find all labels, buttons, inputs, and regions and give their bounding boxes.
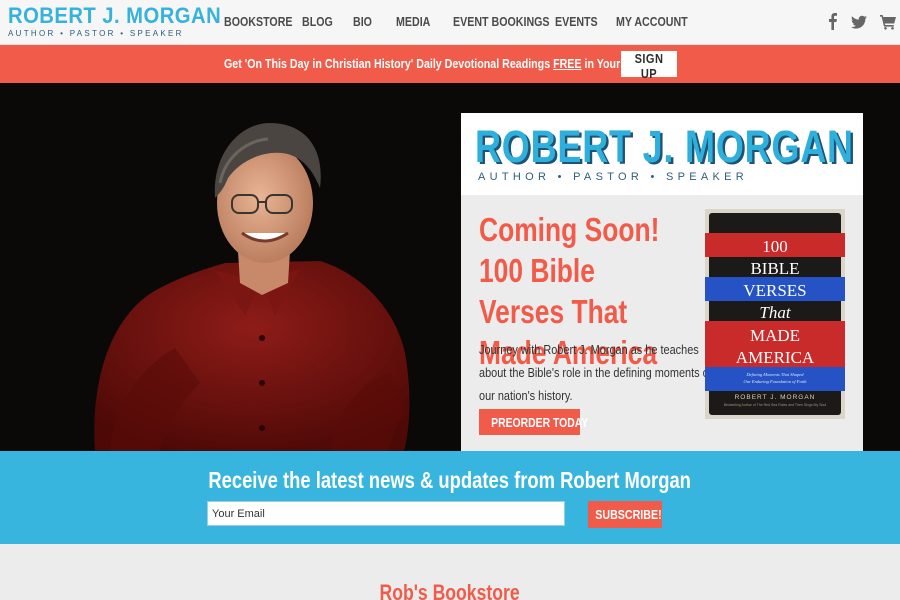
- book-title-line-5: MADE: [749, 326, 801, 345]
- book-cover-art: 100 BIBLE VERSES That MADE AMERICA Defin…: [705, 213, 845, 415]
- logo-tagline: AUTHOR • PASTOR • SPEAKER: [8, 29, 184, 38]
- book-title-line-6: AMERICA: [735, 348, 815, 367]
- hero-section: ROBERT J. MORGAN AUTHOR • PASTOR • SPEAK…: [0, 83, 900, 451]
- bookstore-title: Rob's Bookstore: [0, 580, 900, 600]
- nav-bookstore[interactable]: BOOKSTORE: [224, 14, 293, 29]
- card-author-tagline: AUTHOR • PASTOR • SPEAKER: [478, 171, 749, 183]
- book-title-line-4: That: [759, 303, 791, 322]
- nav-media[interactable]: MEDIA: [396, 14, 430, 29]
- newsletter-section: Receive the latest news & updates from R…: [0, 451, 900, 544]
- bookstore-title-text: Rob's Bookstore: [379, 580, 521, 600]
- sign-up-button-label: SIGN UP: [634, 51, 664, 81]
- nav-blog[interactable]: BLOG: [302, 14, 333, 29]
- cart-icon[interactable]: [880, 12, 896, 32]
- nav-bio[interactable]: BIO: [353, 14, 372, 29]
- card-brand: ROBERT J. MORGAN AUTHOR • PASTOR • SPEAK…: [461, 113, 863, 195]
- author-portrait: [94, 123, 410, 451]
- nav-event-bookings[interactable]: EVENT BOOKINGS: [453, 14, 550, 29]
- facebook-icon[interactable]: [828, 12, 837, 32]
- book-promo-card: ROBERT J. MORGAN AUTHOR • PASTOR • SPEAK…: [461, 113, 863, 451]
- site-logo[interactable]: ROBERT J. MORGAN AUTHOR • PASTOR • SPEAK…: [8, 3, 240, 39]
- book-title-line-1: 100: [762, 237, 788, 256]
- book-subtitle-2: Our Enduring Foundation of Faith: [743, 379, 807, 384]
- promo-free-link[interactable]: FREE: [553, 56, 581, 71]
- book-title-line-3: VERSES: [743, 281, 807, 300]
- book-title-line-2: BIBLE: [750, 259, 800, 278]
- book-subtitle-1: Defining Moments That Shaped: [746, 372, 804, 377]
- card-author-name: ROBERT J. MORGAN: [475, 121, 854, 172]
- subscribe-button[interactable]: SUBSCRIBE!: [588, 501, 662, 528]
- book-author: ROBERT J. MORGAN: [734, 394, 816, 401]
- preorder-button-label: PREORDER TODAY: [491, 414, 589, 430]
- subscribe-button-label: SUBSCRIBE!: [595, 507, 662, 522]
- newsletter-title-text: Receive the latest news & updates from R…: [208, 467, 692, 493]
- book-author-credit: Bestselling Author of The Red Sea Rules …: [723, 403, 827, 407]
- twitter-icon[interactable]: [851, 12, 867, 32]
- newsletter-title: Receive the latest news & updates from R…: [0, 467, 900, 493]
- sign-up-button[interactable]: SIGN UP: [621, 51, 677, 81]
- book-description: Journey with Robert J. Morgan as he teac…: [479, 342, 712, 403]
- logo-name: ROBERT J. MORGAN: [8, 3, 222, 28]
- bookstore-section: Rob's Bookstore: [0, 544, 900, 600]
- promo-text: Get 'On This Day in Christian History' D…: [224, 56, 652, 71]
- nav-events[interactable]: EVENTS: [555, 14, 598, 29]
- promo-bar: Get 'On This Day in Christian History' D…: [0, 45, 900, 83]
- email-input[interactable]: [207, 501, 565, 526]
- site-header: ROBERT J. MORGAN AUTHOR • PASTOR • SPEAK…: [0, 0, 900, 45]
- promo-text-before: Get 'On This Day in Christian History' D…: [224, 56, 554, 71]
- nav-my-account[interactable]: MY ACCOUNT: [616, 14, 688, 29]
- preorder-button[interactable]: PREORDER TODAY: [479, 409, 588, 435]
- book-cover[interactable]: 100 BIBLE VERSES That MADE AMERICA Defin…: [705, 209, 845, 419]
